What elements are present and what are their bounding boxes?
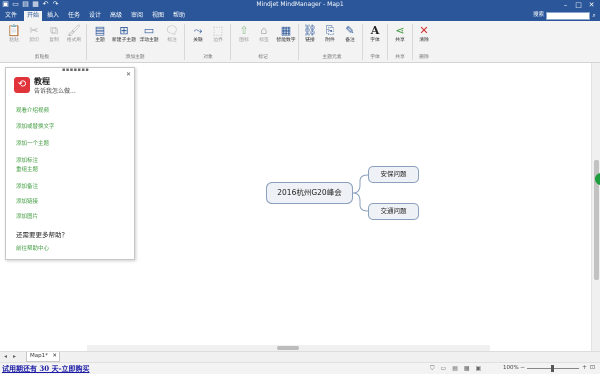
copy-icon: ⧉ (50, 24, 58, 37)
paste-icon: 📋 (7, 24, 21, 37)
group-label-delete: 删除 (419, 55, 429, 60)
tab-file[interactable]: 文件 (2, 11, 20, 21)
smart-numbering-button[interactable]: ▦ 智能数字 (274, 23, 298, 51)
relationship-icon: ⤳ (193, 24, 203, 37)
group-label-markers: 标记 (258, 55, 268, 60)
central-topic[interactable]: 2016杭州G20峰会 (266, 182, 353, 204)
boundary-button[interactable]: ⬚ 边界 (206, 23, 230, 51)
priority-icon: ⇧ (239, 24, 249, 37)
tab-home[interactable]: 开始 (24, 11, 42, 21)
attachment-icon: ⎘ (325, 24, 335, 37)
document-tab-map1[interactable]: Map1* ✕ (26, 352, 60, 362)
format-painter-button[interactable]: 🖌 格式刷 (62, 23, 86, 51)
tag-icon: ⌂ (260, 24, 268, 37)
subtopic-button[interactable]: ⊞ 新建子主题 (112, 23, 136, 51)
tutorial-link[interactable]: 观看介绍视频 (16, 106, 49, 114)
maximize-button[interactable]: □ (572, 0, 585, 10)
link-icon: ⛓ (303, 24, 317, 37)
clear-button[interactable]: ✕ 清除 (412, 23, 436, 51)
group-label-share: 共享 (395, 55, 405, 60)
vertical-scrollbar[interactable] (591, 63, 600, 355)
tab-review[interactable]: 审阅 (129, 11, 145, 21)
minimize-button[interactable]: – (559, 0, 572, 10)
tutorial-panel: ▪▪▪▪▪▪▪ ✕ ⟲ 教程 告诉我怎么做... 观看介绍视频 添加或替换文字 … (5, 67, 135, 260)
tutorial-link[interactable]: 添加或替换文字 (16, 122, 55, 130)
search-input[interactable] (546, 12, 590, 20)
delete-icon: ✕ (419, 24, 429, 37)
tab-task[interactable]: 任务 (66, 11, 82, 21)
brush-icon: 🖌 (67, 24, 81, 37)
zoom-in-icon[interactable]: + (582, 364, 587, 371)
search-icon[interactable]: ⌕ (590, 12, 598, 20)
tutorial-link[interactable]: 添加图片 (16, 212, 38, 220)
help-center-link[interactable]: 前往帮助中心 (16, 244, 49, 252)
tutorial-link[interactable]: 重组主题 (16, 165, 38, 173)
font-button[interactable]: A 字体 (363, 23, 387, 51)
tutorial-link[interactable]: 添加备注 (16, 182, 38, 190)
numbering-icon: ▦ (280, 24, 292, 37)
tab-advanced[interactable]: 高级 (108, 11, 124, 21)
notes-button[interactable]: ✎ 备注 (338, 23, 362, 51)
zoom-slider-handle[interactable] (551, 365, 554, 372)
tutorial-link[interactable]: 添加一个主题 (16, 139, 49, 147)
floating-topic-button[interactable]: ▭ 浮动主题 (137, 23, 161, 51)
status-icons: ⛉ ▭ ▤ ▦ ▣ (430, 365, 481, 373)
subtopic-traffic[interactable]: 交通问题 (368, 203, 419, 220)
window-title: Mindjet MindManager - Map1 (256, 1, 344, 8)
help-heading: 还需要更多帮助？ (16, 231, 68, 239)
panel-subtitle: 告诉我怎么做... (34, 88, 76, 95)
group-label-font: 字体 (370, 55, 380, 60)
title-bar: ▣ ▭ ▤ ▦ ↶ ↷ Mindjet MindManager - Map1 –… (0, 0, 600, 10)
callout-button[interactable]: 🗨 标注 (160, 23, 184, 51)
font-icon: A (370, 24, 380, 37)
panel-drag-handle[interactable]: ▪▪▪▪▪▪▪ (62, 68, 89, 73)
close-button[interactable]: ✕ (585, 0, 598, 10)
tab-view[interactable]: 视图 (150, 11, 166, 21)
tutorial-link[interactable]: 添加标注 (16, 156, 38, 164)
ribbon: 📋 粘贴 ✂ 剪切 ⧉ 复制 🖌 格式刷 剪贴板 ▤ 主题 ⊞ 新建子主题 ▭ … (0, 21, 600, 63)
outline-view-icon[interactable]: ▭ (441, 365, 447, 373)
tab-nav-right-icon[interactable]: ▸ (13, 353, 16, 360)
boundary-icon: ⬚ (212, 24, 224, 37)
document-tab-bar: ◂ ▸ Map1* ✕ (0, 351, 600, 362)
side-pane-toggle-icon[interactable] (595, 173, 600, 185)
filter-icon[interactable]: ⛉ (430, 365, 435, 373)
group-label-objects: 对象 (203, 55, 213, 60)
group-label-clipboard: 剪贴板 (34, 55, 50, 60)
tutorial-link[interactable]: 添加链接 (16, 197, 38, 205)
tab-nav-left-icon[interactable]: ◂ (4, 353, 7, 360)
tab-help[interactable]: 帮助 (171, 11, 187, 21)
subtopic-icon: ⊞ (119, 24, 129, 37)
floating-topic-icon: ▭ (143, 24, 155, 37)
gantt-view-icon[interactable]: ▦ (464, 365, 470, 373)
tutorial-logo-icon: ⟲ (14, 77, 30, 93)
group-label-topic-elements: 主题元素 (322, 55, 342, 60)
search-label: 搜索 (533, 12, 545, 18)
fit-map-icon[interactable]: ⊡ (590, 364, 595, 371)
topic-icon: ▤ (94, 24, 106, 37)
close-tab-icon[interactable]: ✕ (52, 352, 57, 361)
group-label-add-topic: 添加主题 (125, 55, 145, 60)
trial-purchase-link[interactable]: 试用期还有 30 天-立即购买 (2, 364, 90, 374)
zoom-out-icon[interactable]: − (520, 364, 525, 371)
tab-design[interactable]: 设计 (87, 11, 103, 21)
panel-close-icon[interactable]: ✕ (126, 71, 131, 78)
zoom-level: 100% (503, 365, 519, 371)
scrollbar-thumb[interactable] (277, 346, 299, 350)
status-bar: 试用期还有 30 天-立即购买 ⛉ ▭ ▤ ▦ ▣ 100% − + ⊡ (0, 362, 600, 374)
ribbon-tabs: 文件 开始 插入 任务 设计 高级 审阅 视图 帮助 搜索 ⌕ (0, 10, 600, 21)
scissors-icon: ✂ (29, 24, 39, 37)
tab-insert[interactable]: 插入 (45, 11, 61, 21)
subtopic-security[interactable]: 安保问题 (368, 166, 419, 183)
map-view-icon[interactable]: ▤ (452, 365, 458, 373)
share-button[interactable]: ⋖ 共享 (388, 23, 412, 51)
callout-icon: 🗨 (165, 24, 179, 37)
tags-button[interactable]: ⌂ 标签 (252, 23, 276, 51)
share-icon: ⋖ (395, 24, 405, 37)
notes-icon: ✎ (345, 24, 355, 37)
topic-button[interactable]: ▤ 主题 (88, 23, 112, 51)
slides-view-icon[interactable]: ▣ (476, 365, 482, 373)
